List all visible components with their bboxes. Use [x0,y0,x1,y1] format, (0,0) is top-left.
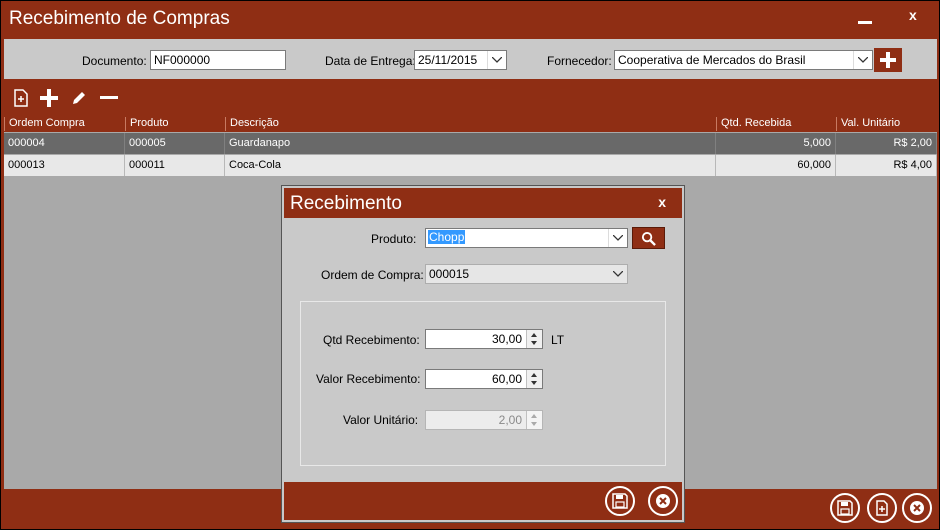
cell-ordem: 000013 [4,155,125,176]
cell-qtd: 60,000 [716,155,836,176]
dialog-title: Recebimento [290,193,402,214]
table-row[interactable]: 000013 000011 Coca-Cola 60,000 R$ 4,00 [4,155,937,176]
recebimento-dialog: Recebimento x Produto: Chopp Ordem de Co… [281,185,685,523]
search-produto-button[interactable] [632,227,665,249]
ordem-compra-label: Ordem de Compra: [321,268,424,282]
chevron-down-icon[interactable] [609,265,627,283]
save-icon [612,493,628,509]
dialog-title-bar: Recebimento x [284,188,682,218]
ordem-compra-select[interactable]: 000015 [425,264,628,284]
cell-qtd: 5,000 [716,133,836,154]
valor-unitario-input: 2,00 [425,410,543,430]
minimize-button[interactable] [858,21,872,24]
main-window: Recebimento de Compras x Documento: NF00… [0,0,940,530]
add-fornecedor-button[interactable] [874,48,902,72]
data-entrega-value: 25/11/2015 [418,53,478,67]
dialog-cancel-button[interactable] [648,486,678,516]
toolbar [4,82,937,114]
data-entrega-picker[interactable]: 25/11/2015 [414,50,507,70]
search-icon [641,231,656,246]
cell-valor: R$ 2,00 [836,133,937,154]
filter-bar: Documento: NF000000 Data de Entrega: 25/… [4,39,937,79]
qtd-recebimento-value: 30,00 [491,332,522,346]
column-header[interactable]: Produto [125,117,225,131]
dialog-save-button[interactable] [605,486,635,516]
column-header[interactable]: Qtd. Recebida [716,117,836,131]
new-document-icon[interactable] [12,89,30,107]
produto-value: Chopp [428,230,466,244]
valor-recebimento-value: 60,00 [491,372,522,386]
column-header[interactable]: Descrição [225,117,716,131]
pencil-icon[interactable] [70,89,88,107]
grid-header: Ordem Compra Produto Descrição Qtd. Rece… [4,116,937,132]
qtd-unit-label: LT [551,333,565,347]
data-entrega-label: Data de Entrega: [325,54,416,68]
produto-label: Produto: [371,232,417,246]
cell-descricao: Guardanapo [225,133,716,154]
qtd-spinner[interactable] [526,330,542,348]
cell-valor: R$ 4,00 [836,155,937,176]
fornecedor-label: Fornecedor: [547,54,612,68]
qtd-recebimento-label: Qtd Recebimento: [323,333,420,347]
valor-unitario-label: Valor Unitário: [343,413,419,427]
minus-icon[interactable] [100,89,118,107]
column-header[interactable]: Ordem Compra [4,117,125,131]
documento-label: Documento: [82,54,147,68]
valor-unitario-value: 2,00 [498,413,522,427]
ordem-compra-value: 000015 [429,267,470,281]
dialog-close-button[interactable]: x [658,194,666,210]
dialog-footer [284,482,682,520]
cell-produto: 000011 [125,155,225,176]
plus-icon [880,52,896,68]
plus-icon[interactable] [40,89,58,107]
close-circle-icon [656,494,670,508]
qtd-recebimento-input[interactable]: 30,00 [425,329,543,349]
produto-select[interactable]: Chopp [425,228,628,248]
cell-descricao: Coca-Cola [225,155,716,176]
save-button[interactable] [830,493,860,523]
close-circle-icon [910,501,924,515]
fornecedor-value: Cooperativa de Mercados do Brasil [618,53,806,67]
new-document-icon [876,500,888,516]
chevron-down-icon[interactable] [487,51,506,69]
title-bar: Recebimento de Compras x [1,1,939,37]
column-header[interactable]: Val. Unitário [836,117,937,131]
window-title: Recebimento de Compras [9,8,230,29]
unitario-spinner [526,411,542,429]
valor-spinner[interactable] [526,370,542,388]
fornecedor-select[interactable]: Cooperativa de Mercados do Brasil [614,50,873,70]
chevron-down-icon[interactable] [853,51,872,69]
cell-produto: 000005 [125,133,225,154]
valor-recebimento-input[interactable]: 60,00 [425,369,543,389]
valor-recebimento-label: Valor Recebimento: [316,372,421,386]
close-button[interactable]: x [909,7,917,23]
save-icon [837,500,853,516]
cell-ordem: 000004 [4,133,125,154]
table-row[interactable]: 000004 000005 Guardanapo 5,000 R$ 2,00 [4,133,937,154]
new-button[interactable] [867,493,897,523]
documento-input[interactable]: NF000000 [150,50,286,70]
valores-group: Qtd Recebimento: 30,00 LT Valor Recebime… [300,301,666,466]
cancel-button[interactable] [902,493,932,523]
chevron-down-icon[interactable] [608,229,627,247]
